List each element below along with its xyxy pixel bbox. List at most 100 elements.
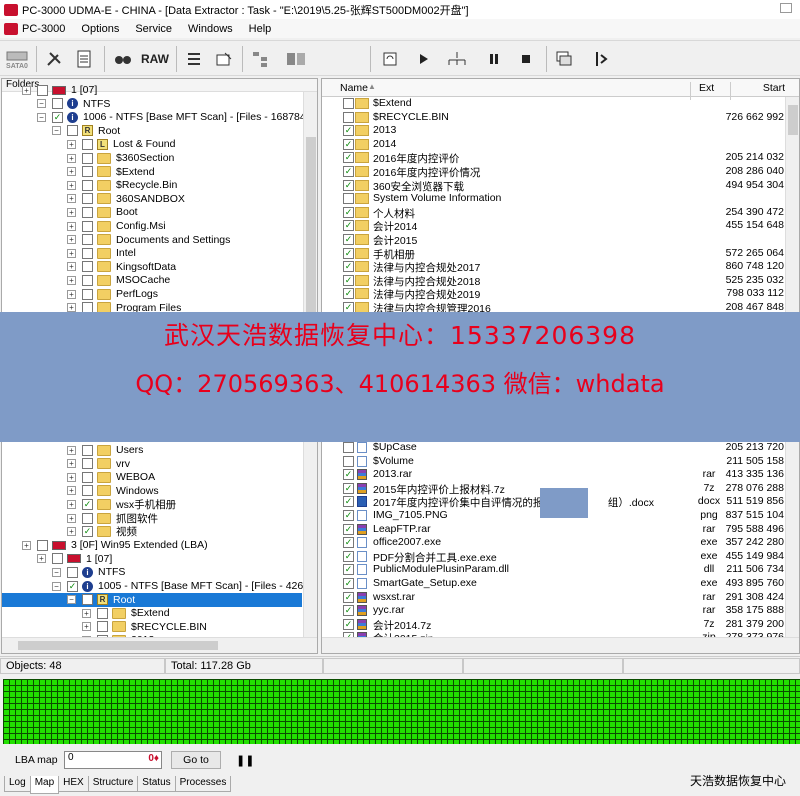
file-row[interactable]: ✓ 2013.rar rar 413 335 136 xyxy=(322,468,792,482)
tree-node[interactable]: − ✓ i 1006 - NTFS [Base MFT Scan] - [Files … xyxy=(2,110,317,124)
file-row[interactable]: ✓ 360安全浏览器下载 494 954 304 xyxy=(322,179,792,193)
export-icon[interactable] xyxy=(212,45,236,73)
pause-icon[interactable] xyxy=(482,45,506,73)
file-row[interactable]: ✓ 手机相册 572 265 064 xyxy=(322,247,792,261)
column-ext[interactable]: Ext xyxy=(699,82,714,94)
tree-checkbox[interactable] xyxy=(82,444,93,456)
tree-node[interactable]: + ✓ 视频 xyxy=(2,525,302,539)
tree-checkbox[interactable] xyxy=(82,138,93,150)
tree-checkbox[interactable]: ✓ xyxy=(82,498,93,510)
tree-checkbox[interactable] xyxy=(52,553,63,565)
tree-checkbox[interactable] xyxy=(82,193,93,205)
tree-checkbox[interactable] xyxy=(37,84,48,96)
file-row[interactable]: ✓ 2016年度内控评价 205 214 032 xyxy=(322,151,792,165)
tab-structure[interactable]: Structure xyxy=(87,776,139,792)
expand-toggle-icon[interactable]: + xyxy=(67,221,76,231)
tree-node[interactable]: + $Recycle.Bin xyxy=(2,178,302,192)
tree-node[interactable]: − i NTFS xyxy=(2,97,302,111)
expand-toggle-icon[interactable]: + xyxy=(67,139,76,149)
file-row[interactable]: ✓ PDF分割合并工具.exe.exe exe 455 149 984 xyxy=(322,550,792,564)
file-row[interactable]: ✓ 2016年度内控评价情况 208 286 040 xyxy=(322,165,792,179)
expand-toggle-icon[interactable]: + xyxy=(67,303,76,313)
tree-node[interactable]: + $Extend xyxy=(2,165,302,179)
tree-structure-icon[interactable] xyxy=(248,45,276,73)
expand-toggle-icon[interactable]: + xyxy=(67,445,76,455)
expand-toggle-icon[interactable]: + xyxy=(67,459,76,469)
expand-toggle-icon[interactable]: + xyxy=(67,513,76,523)
file-row[interactable]: ✓ office2007.exe exe 357 242 280 xyxy=(322,536,792,550)
tree-node[interactable]: + Config.Msi xyxy=(2,219,302,233)
file-row[interactable]: $Extend xyxy=(322,97,792,111)
tree-checkbox[interactable] xyxy=(67,566,78,578)
menu-options[interactable]: Options xyxy=(81,23,119,35)
file-checkbox[interactable]: ✓ xyxy=(343,125,354,137)
tree-checkbox[interactable] xyxy=(82,234,93,246)
file-row[interactable]: ✓ wsxst.rar rar 291 308 424 xyxy=(322,591,792,605)
file-checkbox[interactable]: ✓ xyxy=(343,523,354,535)
expand-toggle-icon[interactable]: − xyxy=(37,99,46,109)
tree-checkbox[interactable] xyxy=(82,179,93,191)
tree-node[interactable]: + $360Section xyxy=(2,151,302,165)
file-row[interactable]: ✓ LeapFTP.rar rar 795 588 496 xyxy=(322,523,792,537)
menu-help[interactable]: Help xyxy=(249,23,272,35)
expand-toggle-icon[interactable]: + xyxy=(82,608,91,618)
expand-toggle-icon[interactable]: + xyxy=(67,527,76,537)
file-checkbox[interactable]: ✓ xyxy=(343,138,354,150)
tree-checkbox[interactable]: ✓ xyxy=(67,580,78,592)
file-row[interactable]: ✓ 2014 xyxy=(322,138,792,152)
tree-checkbox[interactable]: ✓ xyxy=(52,111,63,123)
tree-checkbox[interactable] xyxy=(82,485,93,497)
lba-map[interactable] xyxy=(3,679,800,744)
expand-toggle-icon[interactable]: + xyxy=(82,622,91,632)
expand-toggle-icon[interactable]: + xyxy=(67,235,76,245)
file-checkbox[interactable]: ✓ xyxy=(343,605,354,617)
tree-node[interactable]: +1 [07] xyxy=(2,552,302,566)
file-checkbox[interactable]: ✓ xyxy=(343,234,354,245)
play-icon[interactable] xyxy=(412,45,436,73)
tree-checkbox[interactable] xyxy=(52,98,63,110)
file-checkbox[interactable]: ✓ xyxy=(343,261,354,273)
file-checkbox[interactable]: ✓ xyxy=(343,288,354,300)
file-checkbox[interactable] xyxy=(343,111,354,123)
refresh-icon[interactable] xyxy=(378,45,402,73)
raw-button[interactable]: RAW xyxy=(138,45,172,73)
expand-toggle-icon[interactable]: + xyxy=(67,499,76,509)
tree-checkbox[interactable] xyxy=(82,288,93,300)
stop-icon[interactable] xyxy=(514,45,538,73)
file-row[interactable]: ✓ 法律与内控合规处2019 798 033 112 xyxy=(322,287,792,301)
tree-checkbox[interactable] xyxy=(67,125,78,137)
file-list-horizontal-scrollbar[interactable] xyxy=(322,637,799,653)
tree-node[interactable]: + PerfLogs xyxy=(2,287,302,301)
exit-icon[interactable] xyxy=(588,45,612,73)
tree-checkbox[interactable] xyxy=(82,274,93,286)
expand-toggle-icon[interactable]: + xyxy=(22,85,31,95)
network-icon[interactable] xyxy=(442,45,472,73)
file-row[interactable]: ✓ yyc.rar rar 358 175 888 xyxy=(322,604,792,618)
file-checkbox[interactable]: ✓ xyxy=(343,274,354,286)
tree-node[interactable]: + 抓图软件 xyxy=(2,511,302,525)
tree-checkbox[interactable] xyxy=(82,247,93,259)
tree-checkbox[interactable] xyxy=(82,512,93,524)
tab-log[interactable]: Log xyxy=(4,776,31,792)
document-icon[interactable] xyxy=(72,45,96,73)
file-row[interactable]: ✓ PublicModulePlusinParam.dll dll 211 506 7… xyxy=(322,563,792,577)
folders-horizontal-scrollbar[interactable] xyxy=(2,637,317,653)
file-checkbox[interactable]: ✓ xyxy=(343,510,354,521)
tree-node[interactable]: + $Extend xyxy=(2,606,302,620)
tree-checkbox[interactable] xyxy=(82,206,93,218)
tree-node[interactable]: + vrv xyxy=(2,457,302,471)
tree-node[interactable]: + Documents and Settings xyxy=(2,233,302,247)
tools-icon[interactable] xyxy=(42,45,66,73)
file-row[interactable]: ✓ SmartGate_Setup.exe exe 493 895 760 xyxy=(322,577,792,591)
expand-toggle-icon[interactable]: − xyxy=(52,126,61,136)
expand-toggle-icon[interactable]: + xyxy=(67,472,76,482)
file-checkbox[interactable]: ✓ xyxy=(343,564,354,576)
file-checkbox[interactable]: ✓ xyxy=(343,166,354,177)
column-start[interactable]: Start xyxy=(763,82,785,94)
windows-icon[interactable] xyxy=(552,45,576,73)
expand-toggle-icon[interactable]: − xyxy=(67,595,76,605)
tree-checkbox[interactable] xyxy=(82,594,93,606)
expand-toggle-icon[interactable]: + xyxy=(67,153,76,163)
tab-status[interactable]: Status xyxy=(137,776,176,792)
file-checkbox[interactable]: ✓ xyxy=(343,152,354,164)
